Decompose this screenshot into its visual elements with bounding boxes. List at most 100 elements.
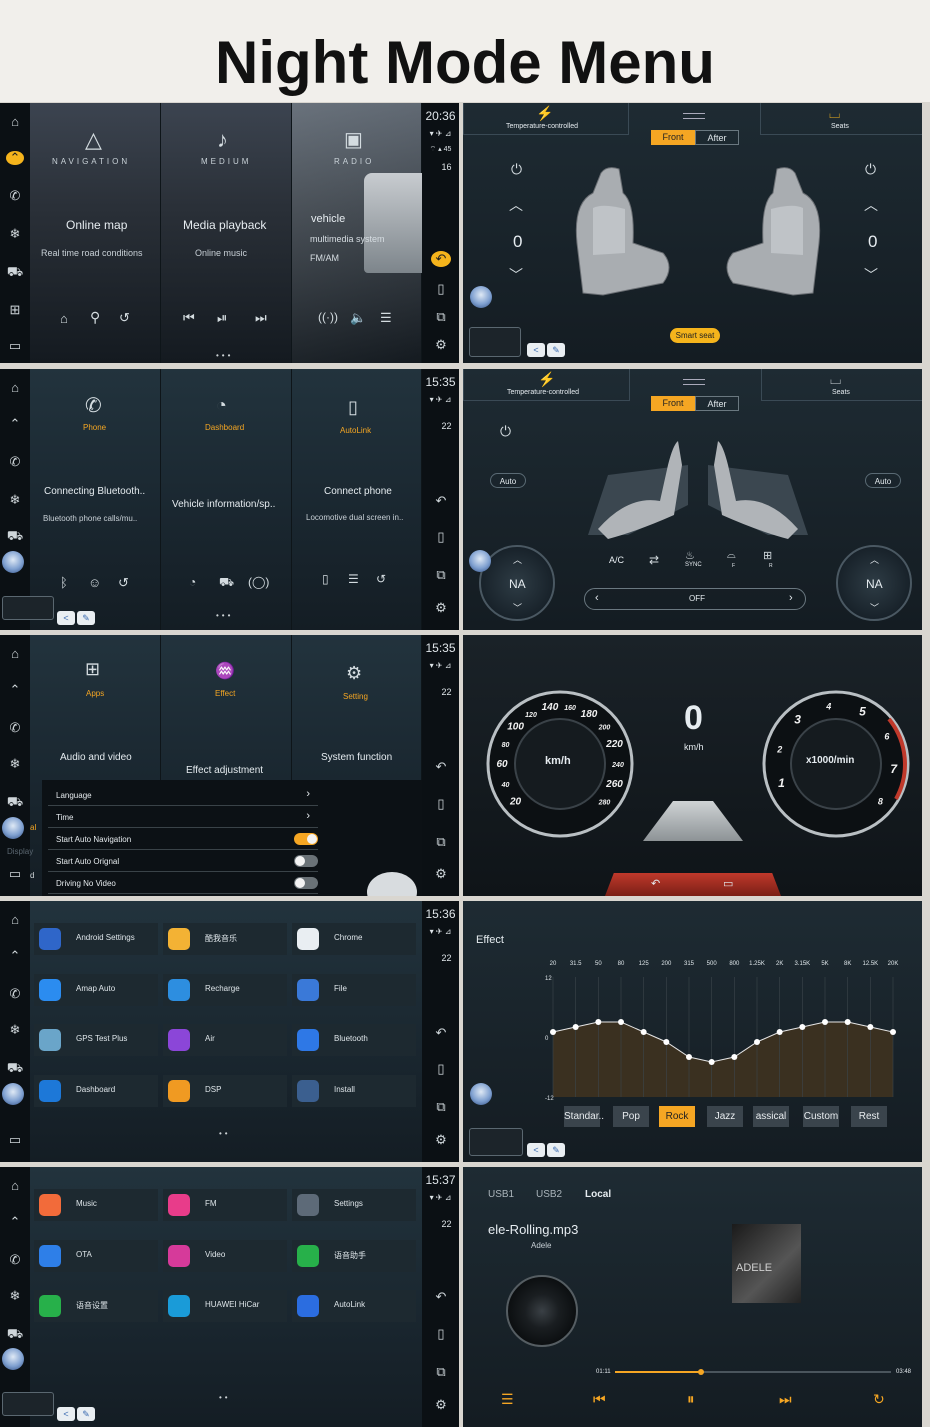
power-icon[interactable]: ⏻: [500, 423, 511, 440]
menu-lines-icon[interactable]: [683, 379, 705, 385]
camera-icon[interactable]: ▭: [6, 339, 24, 353]
back-icon[interactable]: ↶: [431, 1025, 451, 1041]
preset-button[interactable]: Custom: [803, 1106, 839, 1127]
back-icon[interactable]: ↶: [431, 759, 451, 775]
app-tile[interactable]: OTA: [34, 1239, 158, 1272]
setting-row-auto-navigation[interactable]: Start Auto Navigation: [48, 829, 318, 850]
preset-button[interactable]: Rest: [851, 1106, 887, 1127]
card-phone[interactable]: ✆ Phone Connecting Bluetooth.. Bluetooth…: [30, 369, 161, 630]
volume-icon[interactable]: 🔈: [350, 310, 366, 326]
eq-point[interactable]: [595, 1019, 602, 1025]
front-tab[interactable]: Front: [651, 130, 695, 145]
app-tile[interactable]: AutoLink: [292, 1290, 416, 1322]
progress-track[interactable]: [615, 1369, 891, 1375]
home-small-icon[interactable]: ⌂: [60, 311, 68, 326]
home-icon[interactable]: ⌂: [6, 647, 24, 661]
bluetooth-icon[interactable]: ᛒ: [60, 575, 68, 590]
preset-button[interactable]: Pop: [613, 1106, 649, 1127]
share-pill[interactable]: <: [527, 343, 545, 357]
assistant-robot-icon[interactable]: [470, 286, 492, 308]
settings-gear-icon[interactable]: ⚙: [431, 1132, 451, 1148]
preset-button[interactable]: assical: [753, 1106, 789, 1127]
auto-left-button[interactable]: Auto: [490, 473, 526, 488]
car-small-icon[interactable]: ⛟: [219, 575, 234, 591]
contacts-icon[interactable]: ☺: [88, 575, 101, 590]
app-tile[interactable]: Android Settings: [34, 923, 158, 955]
preset-button[interactable]: Jazz: [707, 1106, 743, 1127]
app-tile[interactable]: Amap Auto: [34, 973, 158, 1006]
app-tile[interactable]: 语音设置: [34, 1290, 158, 1322]
settings-gear-icon[interactable]: ⚙: [431, 1397, 451, 1413]
right-down-chevron[interactable]: ﹀: [870, 601, 879, 614]
pause-icon[interactable]: ⏸: [687, 1391, 695, 1408]
recirculation-icon[interactable]: ⇄: [649, 553, 659, 567]
window-icon[interactable]: ⧉: [431, 1099, 451, 1115]
car-icon[interactable]: ⛟: [6, 529, 24, 543]
auto-right-button[interactable]: Auto: [865, 473, 901, 488]
after-tab[interactable]: After: [695, 396, 739, 411]
eq-point[interactable]: [550, 1029, 556, 1035]
up-left-icon[interactable]: ︿: [509, 195, 523, 215]
phone-screen-icon[interactable]: ▯: [431, 796, 451, 812]
setting-row-time[interactable]: Time ›: [48, 807, 318, 828]
card-medium[interactable]: ♪ MEDIUM Media playback Online music ⏮ ⏯…: [161, 103, 292, 363]
preset-button[interactable]: Rock: [659, 1106, 695, 1127]
eq-point[interactable]: [618, 1019, 624, 1025]
next-track-icon[interactable]: ⏭: [779, 1391, 792, 1408]
car-icon[interactable]: ⛟: [6, 1061, 24, 1075]
app-tile[interactable]: Install: [292, 1074, 416, 1107]
eq-point[interactable]: [731, 1054, 738, 1060]
list-icon[interactable]: ☰: [348, 572, 359, 586]
camera-icon[interactable]: ▭: [6, 867, 24, 881]
car-icon[interactable]: ⛟: [6, 265, 24, 279]
card-effect[interactable]: ♒ Effect Effect adjustment: [161, 635, 292, 780]
eq-point[interactable]: [572, 1024, 579, 1030]
navigation-icon[interactable]: ⌃: [6, 1215, 24, 1229]
settings-gear-icon[interactable]: ⚙: [431, 866, 451, 882]
card-dashboard[interactable]: ◔ Dashboard Vehicle information/sp.. ◔ ⛟…: [161, 369, 292, 630]
edit-pill[interactable]: ✎: [77, 611, 95, 625]
signal-icon[interactable]: ((·)): [318, 310, 338, 324]
settings-gear-icon[interactable]: ⚙: [431, 600, 451, 616]
tire-icon[interactable]: (◯): [248, 575, 269, 589]
phone-link-icon[interactable]: ▯: [322, 572, 329, 586]
search-icon[interactable]: ⚲: [90, 309, 100, 326]
climate-icon[interactable]: ❄: [6, 1023, 24, 1037]
back-icon[interactable]: ↶: [431, 493, 451, 509]
eq-point[interactable]: [822, 1019, 828, 1025]
edit-pill[interactable]: ✎: [547, 343, 565, 357]
front-tab[interactable]: Front: [651, 396, 695, 411]
assistant-robot-icon[interactable]: [469, 550, 491, 572]
progress-knob[interactable]: [697, 1369, 704, 1375]
power-right-icon[interactable]: ⏻: [865, 161, 876, 178]
phone-screen-icon[interactable]: ▯: [431, 281, 451, 297]
speed-icon[interactable]: ◔: [189, 575, 196, 589]
app-tile[interactable]: Dashboard: [34, 1074, 158, 1107]
app-tile[interactable]: Settings: [292, 1189, 416, 1221]
edit-pill[interactable]: ✎: [77, 1407, 95, 1421]
app-tile[interactable]: File: [292, 973, 416, 1006]
assistant-robot-icon[interactable]: [2, 551, 24, 573]
share-pill[interactable]: <: [57, 611, 75, 625]
home-icon[interactable]: ⌂: [6, 115, 24, 129]
eq-point[interactable]: [754, 1039, 760, 1045]
navigation-icon[interactable]: ⌃: [6, 151, 24, 165]
window-icon[interactable]: ⧉: [431, 309, 451, 325]
down-right-icon[interactable]: ﹀: [864, 265, 878, 285]
home-icon[interactable]: ⌂: [6, 1179, 24, 1193]
sync-icon[interactable]: ♨: [685, 549, 695, 562]
phone-screen-icon[interactable]: ▯: [431, 1061, 451, 1077]
temp-tab[interactable]: ⚡ Temperature-controlled: [463, 103, 629, 135]
toggle-switch[interactable]: [294, 877, 318, 889]
eq-point[interactable]: [708, 1059, 715, 1065]
fan-left-arrow[interactable]: ‹: [595, 592, 599, 604]
climate-icon[interactable]: ❄: [6, 227, 24, 241]
ac-button[interactable]: A/C: [609, 555, 624, 565]
fan-speed-bar[interactable]: ‹ OFF ›: [584, 588, 806, 610]
eq-point[interactable]: [686, 1054, 692, 1060]
temp-tab[interactable]: ⚡ Temperature-controlled: [463, 369, 630, 401]
eq-point[interactable]: [867, 1024, 874, 1030]
setting-row-auto-original[interactable]: Start Auto Orignal: [48, 851, 318, 872]
phone-icon[interactable]: ✆: [6, 721, 24, 735]
seats-tab[interactable]: ⌴ Seats: [761, 369, 922, 401]
